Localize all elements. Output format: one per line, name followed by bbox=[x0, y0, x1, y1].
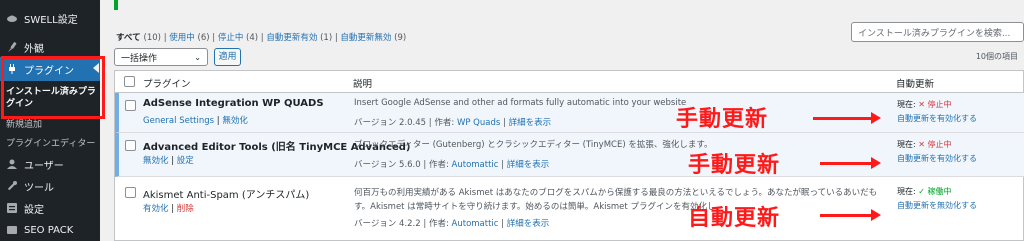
wrench-icon bbox=[6, 180, 18, 192]
delete-link[interactable]: 削除 bbox=[177, 204, 194, 214]
highlight-box bbox=[1, 56, 105, 119]
status-badge: ✕ 停止中 bbox=[918, 100, 952, 109]
column-description: 説明 bbox=[353, 79, 373, 90]
admin-sidebar: SWELL設定 外観 プラグイン インストール済みプラグイン 新規追加 プラグイ… bbox=[0, 0, 100, 241]
column-plugin[interactable]: プラグイン bbox=[143, 76, 191, 90]
sidebar-item-tools[interactable]: ツール bbox=[0, 174, 100, 198]
table-row: Akismet Anti-Spam (アンチスパム) 有効化 | 削除 何百万も… bbox=[115, 177, 1024, 241]
table-header: プラグイン 説明 自動更新 bbox=[115, 71, 1024, 93]
settings-icon bbox=[6, 202, 18, 214]
column-auto-update: 自動更新 bbox=[896, 79, 935, 90]
filter-all[interactable]: すべて (10) bbox=[116, 33, 161, 43]
plugin-description: 何百万もの利用実績がある Akismet はあなたのブログをスパムから保護する最… bbox=[354, 188, 878, 198]
table-row: Advanced Editor Tools (旧名 TinyMCE Advanc… bbox=[115, 133, 1024, 177]
plugin-actions: General Settings | 無効化 bbox=[143, 116, 248, 126]
annotation-arrow-2 bbox=[820, 157, 881, 169]
filter-active[interactable]: 使用中 (6) bbox=[169, 33, 209, 43]
filter-autoupdate-off[interactable]: 自動更新無効 (9) bbox=[340, 33, 406, 43]
plugins-table: プラグイン 説明 自動更新 AdSense Integration WP QUA… bbox=[114, 70, 1024, 241]
filter-autoupdate-on[interactable]: 自動更新有効 (1) bbox=[266, 33, 332, 43]
sidebar-item-label: ユーザー bbox=[24, 160, 64, 172]
deactivate-link[interactable]: 無効化 bbox=[143, 156, 169, 166]
deactivate-link[interactable]: 無効化 bbox=[222, 116, 248, 126]
brush-icon bbox=[6, 41, 18, 53]
plugin-meta: バージョン 2.0.45 | 作者: WP Quads | 詳細を表示 bbox=[354, 118, 552, 128]
sidebar-item-label: SEO PACK bbox=[24, 224, 74, 236]
plugin-description-line2: す。Akismet は常時サイトを守り続けます。始めるのは簡単。Akismet … bbox=[354, 202, 716, 212]
notice-bar bbox=[114, 0, 118, 10]
main-content: すべて (10) | 使用中 (6) | 停止中 (4) | 自動更新有効 (1… bbox=[108, 0, 1024, 241]
details-link[interactable]: 詳細を表示 bbox=[509, 118, 552, 128]
swell-icon bbox=[6, 12, 18, 24]
row-checkbox[interactable] bbox=[125, 187, 136, 198]
annotation-manual-update-2: 手動更新 bbox=[688, 153, 781, 178]
plugin-settings-link[interactable]: 設定 bbox=[177, 156, 194, 166]
author-link[interactable]: Automattic bbox=[452, 160, 499, 170]
filter-inactive[interactable]: 停止中 (4) bbox=[218, 33, 258, 43]
auto-update-toggle-link[interactable]: 自動更新を無効化する bbox=[897, 200, 977, 211]
activate-link[interactable]: 有効化 bbox=[143, 204, 169, 214]
sidebar-item-label: SWELL設定 bbox=[24, 14, 78, 26]
select-all-checkbox[interactable] bbox=[124, 76, 135, 87]
user-icon bbox=[6, 158, 18, 170]
sidebar-item-settings[interactable]: 設定 bbox=[0, 196, 100, 220]
sidebar-item-users[interactable]: ユーザー bbox=[0, 152, 100, 176]
status-badge: ✓ 稼働中 bbox=[918, 187, 952, 196]
row-checkbox[interactable] bbox=[125, 100, 136, 111]
seo-icon bbox=[6, 224, 18, 236]
author-link[interactable]: WP Quads bbox=[457, 118, 500, 128]
plugin-description: Insert Google AdSense and other ad forma… bbox=[354, 98, 687, 108]
auto-update-cell: 現在: ✕ 停止中 自動更新を有効化する bbox=[897, 100, 977, 124]
auto-update-cell: 現在: ✓ 稼働中 自動更新を無効化する bbox=[897, 187, 977, 211]
annotation-auto-update: 自動更新 bbox=[688, 206, 781, 231]
plugin-meta: バージョン 5.6.0 | 作者: Automattic | 詳細を表示 bbox=[354, 160, 550, 170]
status-badge: ✕ 停止中 bbox=[918, 140, 952, 149]
table-row: AdSense Integration WP QUADS General Set… bbox=[115, 93, 1024, 133]
item-count: 10個の項目 bbox=[975, 52, 1018, 61]
chevron-down-icon: ⌄ bbox=[194, 52, 201, 62]
sidebar-item-label: 外観 bbox=[24, 43, 44, 55]
plugin-name: Akismet Anti-Spam (アンチスパム) bbox=[143, 190, 310, 201]
plugin-search-input[interactable]: インストール済みプラグインを検索... bbox=[851, 22, 1024, 42]
plugin-settings-link[interactable]: General Settings bbox=[143, 116, 214, 126]
details-link[interactable]: 詳細を表示 bbox=[507, 219, 550, 229]
author-link[interactable]: Automattic bbox=[452, 219, 499, 229]
plugin-description: ブロックエディター (Gutenberg) とクラシックエディター (TinyM… bbox=[354, 140, 713, 150]
annotation-arrow-1 bbox=[813, 112, 881, 124]
sidebar-item-label: 設定 bbox=[24, 204, 44, 216]
sidebar-item-swell[interactable]: SWELL設定 bbox=[0, 6, 100, 30]
plugin-meta: バージョン 4.2.2 | 作者: Automattic | 詳細を表示 bbox=[354, 219, 550, 229]
bulk-action-select[interactable]: 一括操作 ⌄ bbox=[114, 48, 208, 66]
annotation-manual-update-1: 手動更新 bbox=[676, 107, 769, 132]
plugin-name: AdSense Integration WP QUADS bbox=[143, 98, 324, 109]
bulk-action-label: 一括操作 bbox=[121, 53, 158, 64]
sidebar-item-seo-pack[interactable]: SEO PACK bbox=[0, 218, 100, 241]
auto-update-toggle-link[interactable]: 自動更新を有効化する bbox=[897, 113, 977, 124]
annotation-arrow-3 bbox=[820, 209, 881, 221]
row-checkbox[interactable] bbox=[125, 140, 136, 151]
plugin-actions: 無効化 | 設定 bbox=[143, 156, 194, 166]
details-link[interactable]: 詳細を表示 bbox=[507, 160, 550, 170]
sidebar-subitem-editor[interactable]: プラグインエディター bbox=[0, 136, 100, 149]
sidebar-item-label: ツール bbox=[24, 182, 54, 194]
apply-button[interactable]: 適用 bbox=[214, 48, 241, 66]
auto-update-toggle-link[interactable]: 自動更新を有効化する bbox=[897, 153, 977, 164]
filter-views: すべて (10) | 使用中 (6) | 停止中 (4) | 自動更新有効 (1… bbox=[116, 33, 407, 43]
auto-update-cell: 現在: ✕ 停止中 自動更新を有効化する bbox=[897, 140, 977, 164]
plugin-actions: 有効化 | 削除 bbox=[143, 204, 194, 214]
